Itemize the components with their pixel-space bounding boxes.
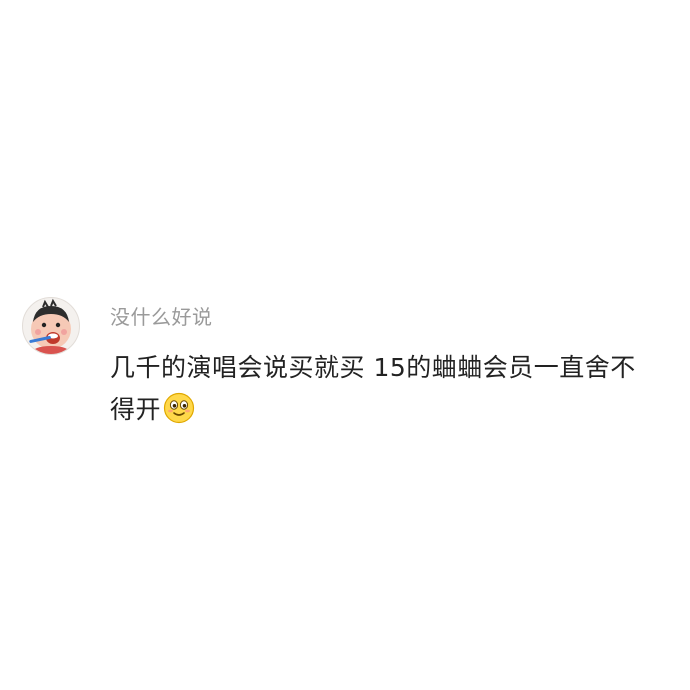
comment-text-block: 几千的演唱会说买就买 15的蛐蛐会员一直舍不得开 <box>110 347 650 431</box>
comment-body: 没什么好说 几千的演唱会说买就买 15的蛐蛐会员一直舍不得开 <box>110 297 662 431</box>
smiley-emoji-icon <box>163 392 195 424</box>
comment-item: 没什么好说 几千的演唱会说买就买 15的蛐蛐会员一直舍不得开 <box>22 297 662 431</box>
avatar[interactable] <box>22 297 80 355</box>
username[interactable]: 没什么好说 <box>110 303 662 331</box>
cartoon-boy-avatar-icon <box>29 298 71 354</box>
